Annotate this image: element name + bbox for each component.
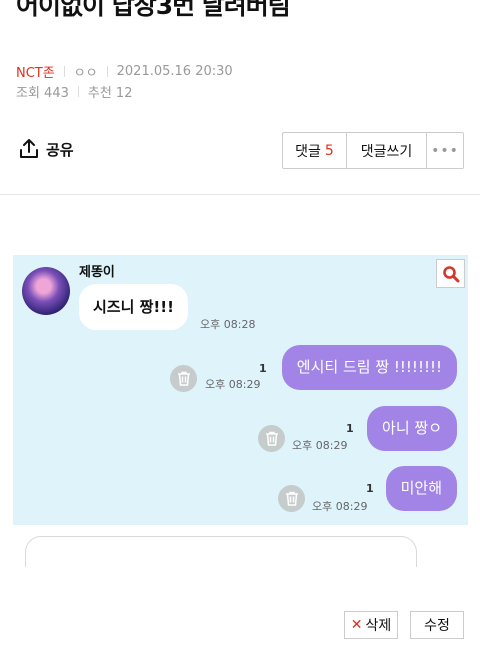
delete-message-button[interactable] [170,365,197,392]
message-time: 오후 08:29 [292,439,348,452]
meta-divider [106,66,108,77]
edit-post-button[interactable]: 수정 [410,611,464,639]
view-count: 조회 443 [16,86,69,101]
sender-name: 제똥이 [79,265,115,280]
comments-button[interactable]: 댓글 5 [283,133,347,168]
post-meta: NCT존 ㅇㅇ 2021.05.16 20:30 [16,62,233,81]
outgoing-message: 아니 짱ㅇ [367,406,457,451]
comment-count: 5 [324,142,334,159]
trash-icon [285,491,298,506]
message-time: 오후 08:29 [205,378,261,391]
delete-message-button[interactable] [258,425,285,452]
delete-label: 삭제 [365,618,392,634]
read-count: 1 [346,422,354,435]
section-divider [0,194,480,195]
meta-divider [63,66,65,77]
recommend-count: 추천 12 [87,86,133,101]
search-icon [442,265,459,282]
avatar [22,267,70,315]
chat-screenshot: 제똥이 시즈니 짱!!! 오후 08:28 엔시티 드림 짱 !!!!!!!! … [13,255,468,525]
read-count: 1 [259,362,267,375]
more-button[interactable]: ••• [427,133,463,168]
comment-button-group: 댓글 5 댓글쓰기 ••• [282,132,464,169]
message-time: 오후 08:28 [200,318,256,331]
post-datetime: 2021.05.16 20:30 [116,64,233,79]
write-comment-button[interactable]: 댓글쓰기 [347,133,427,168]
meta-divider [77,86,79,97]
chat-search-button[interactable] [436,259,465,288]
trash-icon [265,431,278,446]
outgoing-message: 미안해 [385,466,457,511]
comments-label: 댓글 [295,143,321,160]
chat-input-edge [25,536,417,567]
share-icon [20,139,38,158]
share-label: 공유 [46,140,74,159]
trash-icon [177,371,190,386]
share-button[interactable]: 공유 [18,138,74,160]
read-count: 1 [366,482,374,495]
close-icon: ✕ [350,617,363,633]
post-title: 어이없이 답장3번 날려버림 [16,0,291,20]
post-stats: 조회 443 추천 12 [16,82,132,101]
board-link[interactable]: NCT존 [16,62,55,81]
message-time: 오후 08:29 [312,500,368,513]
incoming-message: 시즈니 짱!!! [79,284,188,330]
outgoing-message: 엔시티 드림 짱 !!!!!!!! [281,345,457,390]
author-name[interactable]: ㅇㅇ [74,62,98,81]
delete-message-button[interactable] [278,485,305,512]
delete-post-button[interactable]: ✕ 삭제 [344,611,398,639]
